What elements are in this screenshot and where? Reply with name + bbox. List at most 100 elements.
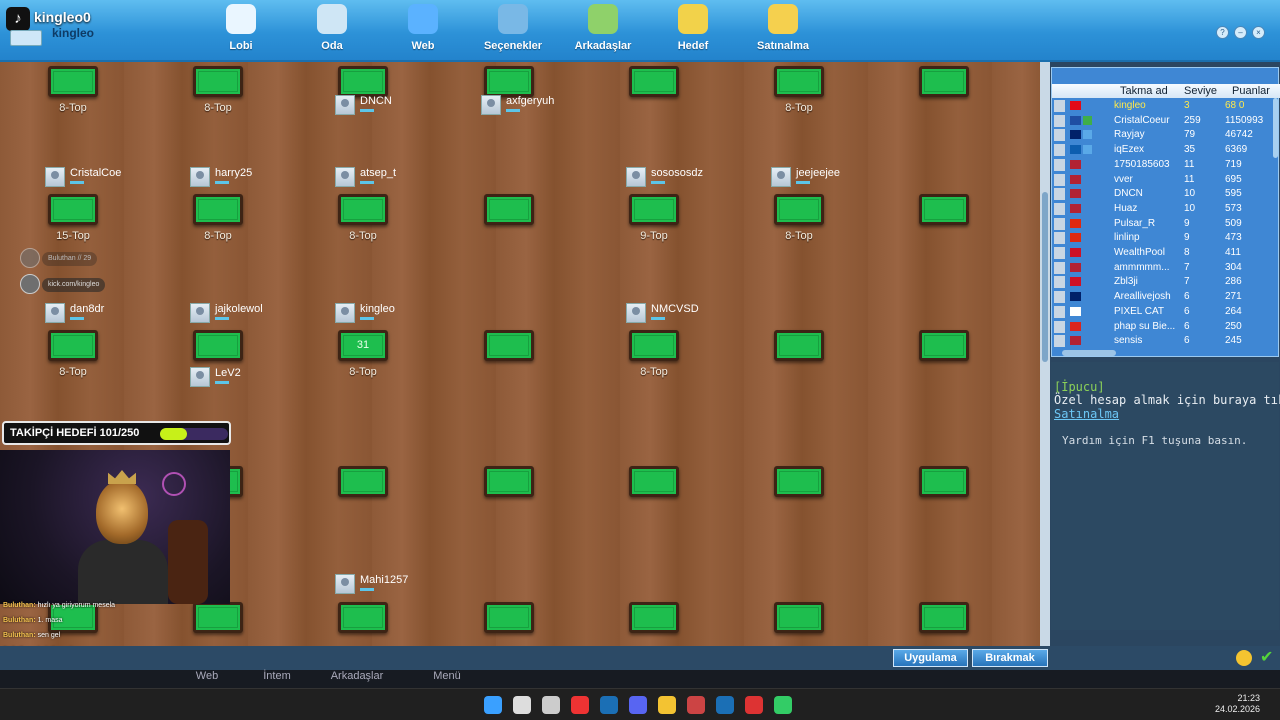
discord-icon[interactable] (629, 696, 647, 714)
pool-table[interactable] (484, 194, 534, 225)
column-points[interactable]: Puanlar (1232, 85, 1270, 97)
viewer-avatar-icon (20, 248, 40, 268)
nav-2-button[interactable]: Web (378, 2, 468, 58)
column-nick[interactable]: Takma ad (1120, 85, 1168, 97)
checkmark-icon[interactable]: ✔ (1260, 650, 1276, 666)
nav-6-button[interactable]: Satınalma (738, 2, 828, 58)
pool-table[interactable] (48, 330, 98, 361)
gaming-chair (168, 520, 208, 604)
browser-icon[interactable] (542, 696, 560, 714)
pool-table[interactable] (484, 66, 534, 97)
close-icon[interactable]: × (1252, 26, 1265, 39)
pool-table[interactable] (774, 602, 824, 633)
pool-table[interactable] (629, 66, 679, 97)
pool-table[interactable] (193, 66, 243, 97)
bottom-tab[interactable]: Arkadaşlar (320, 670, 394, 688)
avatar (1054, 305, 1065, 318)
search-icon[interactable] (513, 696, 531, 714)
pool-table[interactable] (338, 466, 388, 497)
player-row[interactable]: Areallivejosh 6 271 (1052, 290, 1274, 305)
nav-4-button[interactable]: Arkadaşlar (558, 2, 648, 58)
pool-table[interactable] (484, 466, 534, 497)
bottom-tab[interactable]: İntem (240, 670, 314, 688)
player-row[interactable]: Rayjay 79 46742 (1052, 128, 1274, 143)
pool-table[interactable] (919, 66, 969, 97)
player-row[interactable]: ammmmm... 7 304 (1052, 261, 1274, 276)
pool-table[interactable] (919, 466, 969, 497)
pool-table[interactable] (629, 330, 679, 361)
column-level[interactable]: Seviye (1184, 85, 1217, 97)
bottom-tab[interactable]: Menü (410, 670, 484, 688)
purchase-link[interactable]: Satınalma (1054, 407, 1119, 421)
player-row[interactable]: WealthPool 8 411 (1052, 246, 1274, 261)
folder-icon[interactable] (658, 696, 676, 714)
bottom-status-bar (0, 646, 1280, 670)
nav-5-button[interactable]: Hedef (648, 2, 738, 58)
pool-table[interactable] (338, 194, 388, 225)
pool-table[interactable] (774, 194, 824, 225)
player-row[interactable]: Zbl3ji 7 286 (1052, 275, 1274, 290)
minimize-icon[interactable]: – (1234, 26, 1247, 39)
pool-table[interactable] (919, 330, 969, 361)
player-row[interactable]: linlinp 9 473 (1052, 231, 1274, 246)
nav-1-button[interactable]: Oda (287, 2, 377, 58)
player-row[interactable]: phap su Bie... 6 250 (1052, 320, 1274, 335)
pool-table[interactable] (919, 602, 969, 633)
pool-table[interactable] (629, 602, 679, 633)
clock-date: 24.02.2026 (1214, 704, 1260, 714)
player-row[interactable]: kingleo 3 68 0 (1052, 99, 1274, 114)
help-icon[interactable]: ? (1216, 26, 1229, 39)
player-nick: Pulsar_R (1114, 217, 1156, 229)
player-row[interactable]: Pulsar_R 9 509 (1052, 217, 1274, 232)
pool-table[interactable] (774, 66, 824, 97)
leave-button[interactable]: Bırakmak (972, 649, 1048, 667)
player-row[interactable]: 1750185603 11 719 (1052, 158, 1274, 173)
pool-table[interactable] (629, 466, 679, 497)
pool-table[interactable] (484, 602, 534, 633)
nav-icon (768, 4, 798, 34)
account-badge[interactable]: ♪ kingleo0 kingleo (4, 6, 94, 46)
nav-label: Seçenekler (483, 40, 543, 52)
player-status-bar (360, 181, 374, 184)
pool-table[interactable] (193, 330, 243, 361)
player-level: 9 (1184, 232, 1190, 244)
pool-table[interactable] (774, 330, 824, 361)
valorant-icon[interactable] (687, 696, 705, 714)
pool-table[interactable] (338, 66, 388, 97)
apply-button[interactable]: Uygulama (893, 649, 968, 667)
info-panel: [İpucu] Özel hesap almak için buraya tık… (1051, 362, 1280, 630)
opera-icon[interactable] (571, 696, 589, 714)
nav-3-button[interactable]: Seçenekler (468, 2, 558, 58)
pool-table[interactable] (48, 66, 98, 97)
steam-icon[interactable] (716, 696, 734, 714)
player-row[interactable]: Huaz 10 573 (1052, 202, 1274, 217)
player-row[interactable]: DNCN 10 595 (1052, 187, 1274, 202)
game-icon[interactable] (774, 696, 792, 714)
system-clock[interactable]: 21:23 24.02.2026 (1215, 693, 1260, 715)
player-list-hscrollbar[interactable] (1062, 350, 1116, 356)
player-status-bar (651, 181, 665, 184)
player-row[interactable]: sensis 6 245 (1052, 334, 1274, 349)
app-icon[interactable] (745, 696, 763, 714)
steam-icon[interactable] (600, 696, 618, 714)
player-list-scrollbar[interactable] (1273, 98, 1278, 158)
pool-table[interactable] (629, 194, 679, 225)
player-row[interactable]: CristalCoeur 259 1150993 (1052, 114, 1274, 129)
pool-table[interactable] (919, 194, 969, 225)
pool-table[interactable] (193, 194, 243, 225)
player-level: 7 (1184, 276, 1190, 288)
lobby-scrollbar[interactable] (1040, 62, 1050, 646)
pool-table[interactable]: 31 (338, 330, 388, 361)
pool-table[interactable] (484, 330, 534, 361)
pool-table[interactable] (338, 602, 388, 633)
smiley-icon[interactable] (1236, 650, 1252, 666)
player-row[interactable]: PIXEL CAT 6 264 (1052, 305, 1274, 320)
bottom-tab[interactable]: Web (170, 670, 244, 688)
player-row[interactable]: iqEzex 35 6369 (1052, 143, 1274, 158)
pool-table[interactable] (48, 194, 98, 225)
scroll-thumb[interactable] (1042, 192, 1048, 362)
pool-table[interactable] (774, 466, 824, 497)
player-row[interactable]: vver 11 695 (1052, 173, 1274, 188)
nav-0-button[interactable]: Lobi (196, 2, 286, 58)
start-icon[interactable] (484, 696, 502, 714)
